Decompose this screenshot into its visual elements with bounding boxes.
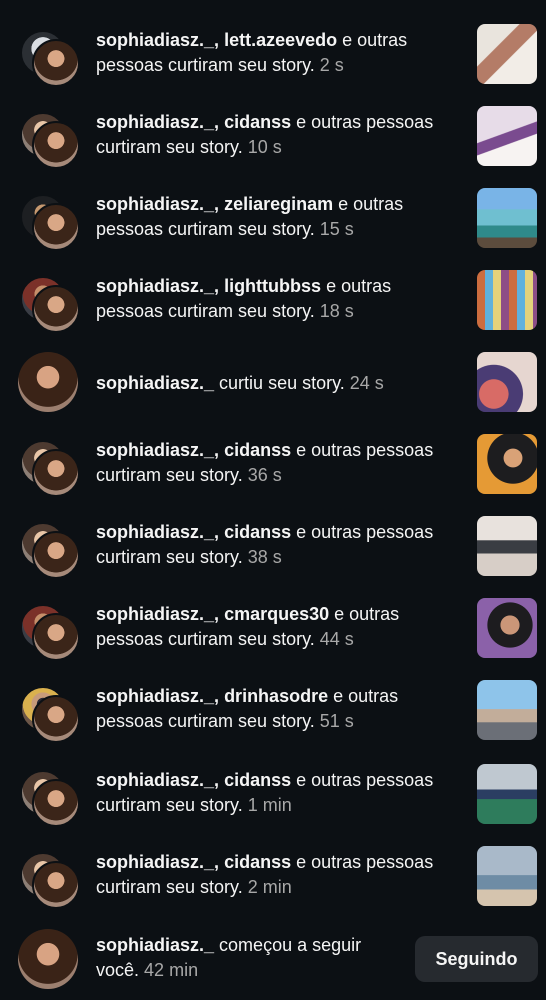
notification-story-like[interactable]: sophiadiasz._, cmarques30 e outras pesso…	[0, 598, 546, 680]
avatar-stack[interactable]	[18, 516, 80, 579]
story-thumbnail[interactable]	[477, 516, 537, 576]
avatar	[32, 203, 80, 251]
activity-feed: sophiadiasz._, lett.azeevedo e outras pe…	[0, 0, 546, 1000]
avatar	[32, 121, 80, 169]
avatar	[32, 779, 80, 827]
story-thumbnail[interactable]	[477, 846, 537, 906]
notification-text: sophiadiasz._, cidanss e outras pessoas …	[96, 770, 434, 815]
avatar	[32, 39, 80, 87]
avatar-stack[interactable]	[18, 24, 80, 87]
notification-text: sophiadiasz._ começou a seguir você. 42 …	[96, 935, 362, 980]
avatar	[32, 449, 80, 497]
avatar-stack[interactable]	[18, 598, 80, 661]
story-thumbnail[interactable]	[477, 270, 537, 330]
avatar-stack[interactable]	[18, 434, 80, 497]
story-thumbnail[interactable]	[477, 764, 537, 824]
avatar-stack[interactable]	[18, 846, 80, 909]
notification-story-like[interactable]: sophiadiasz._, cidanss e outras pessoas …	[0, 846, 546, 928]
notification-story-like[interactable]: sophiadiasz._, lett.azeevedo e outras pe…	[0, 24, 546, 106]
notification-text: sophiadiasz._, cidanss e outras pessoas …	[96, 522, 434, 567]
story-thumbnail[interactable]	[477, 598, 537, 658]
notification-story-like[interactable]: sophiadiasz._, cidanss e outras pessoas …	[0, 764, 546, 846]
avatar	[32, 285, 80, 333]
story-thumbnail[interactable]	[477, 680, 537, 740]
avatar	[32, 531, 80, 579]
notification-text: sophiadiasz._, cmarques30 e outras pesso…	[96, 604, 400, 649]
avatar-stack[interactable]	[18, 188, 80, 251]
avatar	[32, 613, 80, 661]
story-thumbnail[interactable]	[477, 106, 537, 166]
notification-text: sophiadiasz._, cidanss e outras pessoas …	[96, 440, 434, 485]
following-button[interactable]: Seguindo	[415, 936, 538, 982]
avatar	[32, 695, 80, 743]
avatar-stack[interactable]	[18, 680, 80, 743]
notification-text: sophiadiasz._, lett.azeevedo e outras pe…	[96, 30, 408, 75]
avatar-stack[interactable]	[18, 106, 80, 169]
notification-story-like[interactable]: sophiadiasz._, cidanss e outras pessoas …	[0, 106, 546, 188]
notification-story-like[interactable]: sophiadiasz._, cidanss e outras pessoas …	[0, 434, 546, 516]
notification-text: sophiadiasz._, cidanss e outras pessoas …	[96, 112, 434, 157]
notification-text: sophiadiasz._, cidanss e outras pessoas …	[96, 852, 434, 897]
story-thumbnail[interactable]	[477, 352, 537, 412]
notification-story-like[interactable]: sophiadiasz._, zeliareginam e outras pes…	[0, 188, 546, 270]
notification-text: sophiadiasz._ curtiu seu story. 24 s	[96, 373, 384, 393]
avatar[interactable]	[18, 929, 78, 989]
notification-story-like[interactable]: sophiadiasz._, drinhasodre e outras pess…	[0, 680, 546, 762]
notification-story-like[interactable]: sophiadiasz._, lighttubbss e outras pess…	[0, 270, 546, 352]
avatar	[32, 861, 80, 909]
story-thumbnail[interactable]	[477, 434, 537, 494]
notification-text: sophiadiasz._, lighttubbss e outras pess…	[96, 276, 392, 321]
story-thumbnail[interactable]	[477, 24, 537, 84]
avatar-stack[interactable]	[18, 270, 80, 333]
notification-text: sophiadiasz._, drinhasodre e outras pess…	[96, 686, 399, 731]
avatar-stack[interactable]	[18, 764, 80, 827]
avatar[interactable]	[18, 352, 78, 412]
story-thumbnail[interactable]	[477, 188, 537, 248]
notification-story-like[interactable]: sophiadiasz._, cidanss e outras pessoas …	[0, 516, 546, 598]
notification-story-like[interactable]: sophiadiasz._ curtiu seu story. 24 s	[0, 352, 546, 434]
notification-text: sophiadiasz._, zeliareginam e outras pes…	[96, 194, 404, 239]
